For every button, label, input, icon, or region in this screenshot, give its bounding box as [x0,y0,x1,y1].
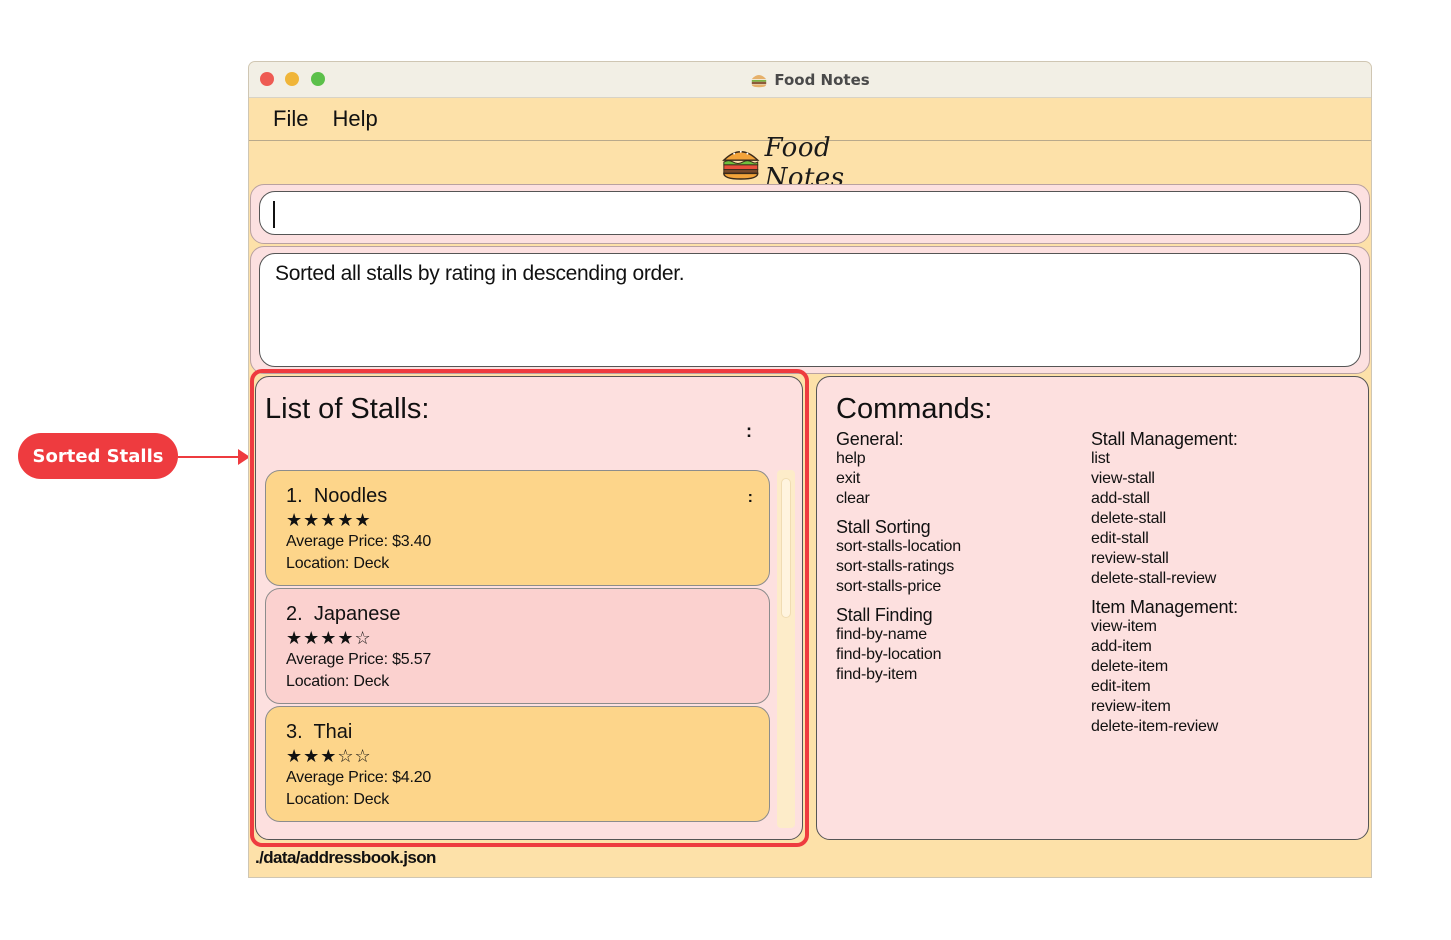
stall-name: 3. Thai [286,721,353,743]
command-view-item: view-item [1091,618,1157,635]
command-find-item: find-by-item [836,666,918,683]
command-sort-price: sort-stalls-price [836,578,942,595]
stall-rating-stars: ★★★★☆ [286,628,372,648]
commands-title: Commands: [836,393,993,425]
commands-column-right: Stall Management: list view-stall add-st… [1091,429,1238,737]
text-caret [273,201,275,228]
stall-name: 2. Japanese [286,603,401,625]
stall-list[interactable]: 1. Noodles ★★★★★ Average Price: $3.40 Lo… [265,470,772,828]
stall-list-title: List of Stalls: [265,393,430,425]
sorted-stalls-callout: Sorted Stalls [18,433,178,479]
title-bar: Food Notes [249,62,1371,98]
panel-options-icon[interactable]: : [746,421,752,442]
menu-help[interactable]: Help [320,106,389,132]
status-bar-file-path: ./data/addressbook.json [255,848,436,867]
callout-arrow-line [178,456,240,458]
command-help: help [836,450,866,467]
stall-location: Location: Deck [286,673,390,690]
stall-rating-stars: ★★★☆☆ [286,746,372,766]
command-review-item: review-item [1091,698,1171,715]
menu-file[interactable]: File [261,106,320,132]
stall-average-price: Average Price: $3.40 [286,533,432,550]
command-edit-stall: edit-stall [1091,530,1149,547]
command-find-location: find-by-location [836,646,942,663]
command-find-name: find-by-name [836,626,927,643]
item-management-heading: Item Management: [1091,597,1238,617]
app-window: Food Notes File Help Food Notes Sorted a… [249,62,1371,877]
command-view-stall: view-stall [1091,470,1155,487]
command-delete-stall-review: delete-stall-review [1091,570,1217,587]
card-options-icon[interactable]: : [748,489,753,507]
stall-card[interactable]: 2. Japanese ★★★★☆ Average Price: $5.57 L… [265,588,770,704]
burger-icon [752,74,767,87]
command-delete-item: delete-item [1091,658,1168,675]
callout-label: Sorted Stalls [32,445,164,467]
commands-panel: Commands: General: help exit clear Stall… [816,376,1369,840]
stall-finding-heading: Stall Finding [836,605,933,625]
stall-name: 1. Noodles [286,485,388,507]
command-input[interactable] [259,191,1361,235]
app-logo: Food Notes [721,133,911,193]
result-text: Sorted all stalls by rating in descendin… [275,262,685,285]
commands-column-left: General: help exit clear Stall Sorting s… [836,429,961,685]
scrollbar-thumb[interactable] [781,478,791,618]
stall-list-panel: List of Stalls: : 1. Noodles ★★★★★ Avera… [255,376,803,840]
command-add-stall: add-stall [1091,490,1150,507]
command-clear: clear [836,490,870,507]
general-heading: General: [836,429,904,449]
stall-sorting-heading: Stall Sorting [836,517,931,537]
stall-average-price: Average Price: $4.20 [286,769,432,786]
command-exit: exit [836,470,861,487]
command-add-item: add-item [1091,638,1152,655]
stall-card[interactable]: 1. Noodles ★★★★★ Average Price: $3.40 Lo… [265,470,770,586]
result-display-container: Sorted all stalls by rating in descendin… [250,246,1370,374]
stall-management-heading: Stall Management: [1091,429,1238,449]
command-list: list [1091,450,1110,467]
stall-rating-stars: ★★★★★ [286,510,372,530]
command-delete-item-review: delete-item-review [1091,718,1219,735]
burger-logo-icon [722,150,760,180]
command-box-container [250,184,1370,244]
command-delete-stall: delete-stall [1091,510,1166,527]
command-sort-location: sort-stalls-location [836,538,961,555]
window-title: Food Notes [774,70,870,89]
stall-average-price: Average Price: $5.57 [286,651,432,668]
stall-card[interactable]: 3. Thai ★★★☆☆ Average Price: $4.20 Locat… [265,706,770,822]
stall-location: Location: Deck [286,555,390,572]
result-display: Sorted all stalls by rating in descendin… [259,253,1361,367]
stall-list-scrollbar[interactable] [777,470,795,828]
command-review-stall: review-stall [1091,550,1169,567]
stall-location: Location: Deck [286,791,390,808]
command-edit-item: edit-item [1091,678,1151,695]
command-sort-ratings: sort-stalls-ratings [836,558,955,575]
